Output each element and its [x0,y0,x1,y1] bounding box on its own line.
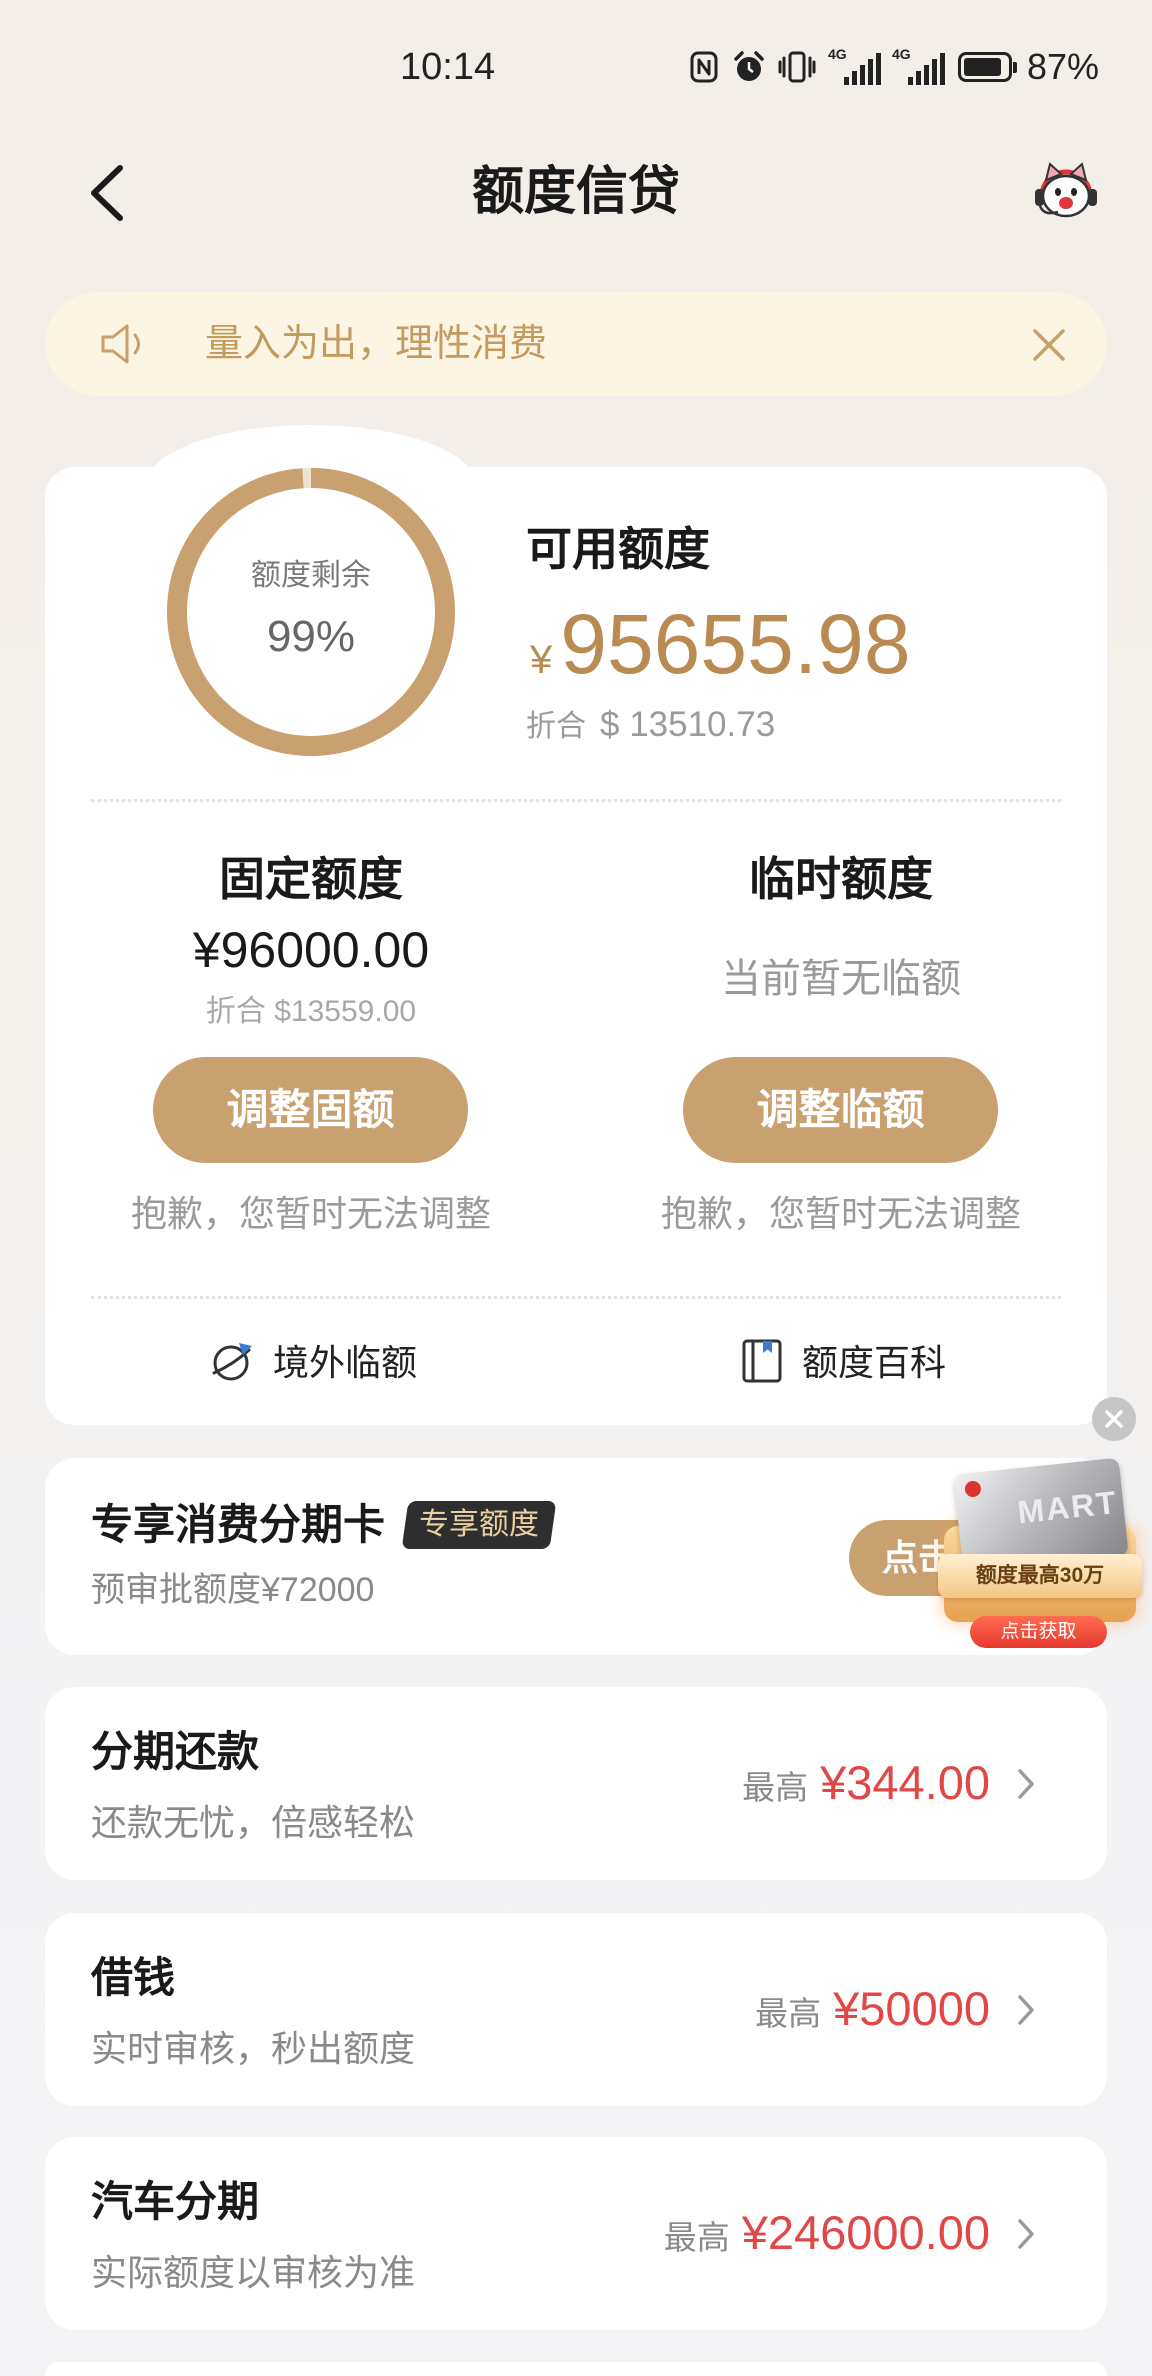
battery-icon [958,52,1012,82]
fixed-quota-amount: ¥96000.00 [192,922,430,978]
temporary-quota-section: 临时额度 当前暂无临额 调整临额 抱歉，您暂时无法调整 [591,467,1091,1267]
adjust-temporary-quota-button[interactable]: 调整临额 [683,1057,998,1163]
bank-logo-icon [964,1480,982,1498]
customer-service-mascot-icon[interactable] [1030,156,1102,228]
installment-card-title: 专享消费分期卡 [91,1501,386,1548]
book-icon [741,1338,783,1389]
temporary-quota-note: 抱歉，您暂时无法调整 [660,1193,1021,1234]
notice-text: 量入为出，理性消费 [205,323,548,365]
chevron-left-icon[interactable] [84,162,132,224]
product-card-car-installment[interactable]: 汽车分期 实际额度以审核为准 最高 ¥246000.00 [45,2137,1107,2330]
battery-percent: 87% [1027,46,1100,87]
exclusive-quota-badge: 专享额度 [401,1501,557,1549]
product-max-amount: 最高 ¥344.00 [742,1755,990,1811]
chevron-right-icon [1015,1992,1037,2028]
chevron-right-icon [1015,2216,1037,2252]
quota-encyclopedia-link[interactable]: 额度百科 [741,1337,946,1389]
product-card-partial[interactable] [45,2362,1107,2376]
product-max-amount: 最高 ¥50000 [755,1981,990,2037]
fixed-quota-equivalent: 折合 $13559.00 [205,995,417,1028]
status-icons: 4G 4G 87% [690,44,1099,90]
product-card-borrow[interactable]: 借钱 实时审核，秒出额度 最高 ¥50000 [45,1913,1107,2106]
nfc-icon [690,50,718,84]
installment-card-header: 专享消费分期卡 专享额度 [91,1499,557,1551]
installment-card-subtitle: 预审批额度¥72000 [91,1571,375,1609]
product-amount: ¥50000 [833,1982,990,2035]
notice-banner: 量入为出，理性消费 [45,292,1107,396]
product-amount-prefix: 最高 [755,1995,822,2032]
speaker-icon [99,321,147,367]
signal-icon: 4G [828,47,882,87]
product-amount: ¥246000.00 [741,2206,990,2259]
signal-icon: 4G [892,47,946,87]
vibrate-icon [778,50,816,84]
promo-ribbon-text: 额度最高30万 [975,1564,1105,1587]
exclusive-quota-badge-label: 专享额度 [419,1508,540,1541]
page-title: 额度信贷 [471,163,680,221]
product-amount-prefix: 最高 [742,1769,809,1806]
promo-card-text: MART [1015,1484,1120,1531]
fixed-quota-section: 固定额度 ¥96000.00 折合 $13559.00 调整固额 抱歉，您暂时无… [61,467,561,1267]
product-max-amount: 最高 ¥246000.00 [664,2205,990,2261]
battery-fill [964,58,1001,76]
alarm-icon [732,50,766,84]
quota-encyclopedia-label: 额度百科 [802,1342,947,1383]
product-subtitle: 实时审核，秒出额度 [91,2028,416,2069]
promo-ribbon: 额度最高30万 [938,1554,1142,1598]
product-amount: ¥344.00 [820,1756,990,1809]
quota-card: 额度剩余 99% 可用额度 ¥ 95655.98 折合 $ 13510.73 固… [45,425,1107,1425]
divider [91,1296,1061,1299]
promo-floating-ad[interactable]: MART 额度最高30万 点击获取 [938,1452,1142,1652]
status-bar: 10:14 4G 4G 87% [0,0,1152,120]
overseas-temp-quota-link[interactable]: 境外临额 [209,1337,417,1389]
fixed-quota-title: 固定额度 [219,853,403,905]
promo-cta-button[interactable]: 点击获取 [970,1616,1107,1648]
battery-tip [1013,61,1017,73]
chevron-right-icon [1015,1766,1037,1802]
product-title: 借钱 [91,1954,176,2001]
temporary-quota-status: 当前暂无临额 [721,957,961,1001]
product-subtitle: 还款无忧，倍感轻松 [91,1802,416,1843]
product-title: 分期还款 [91,1728,260,1775]
fixed-quota-note: 抱歉，您暂时无法调整 [130,1193,491,1234]
globe-plane-icon [209,1338,255,1389]
product-title: 汽车分期 [91,2178,260,2225]
product-subtitle: 实际额度以审核为准 [91,2252,416,2293]
product-card-installment-repayment[interactable]: 分期还款 还款无忧，倍感轻松 最高 ¥344.00 [45,1687,1107,1880]
temporary-quota-title: 临时额度 [749,853,933,905]
adjust-fixed-quota-button[interactable]: 调整固额 [153,1057,468,1163]
product-amount-prefix: 最高 [663,2219,730,2256]
close-icon[interactable] [1031,327,1067,363]
status-time: 10:14 [400,46,496,88]
close-circle-icon[interactable] [1092,1397,1136,1441]
overseas-temp-quota-label: 境外临额 [273,1342,418,1383]
